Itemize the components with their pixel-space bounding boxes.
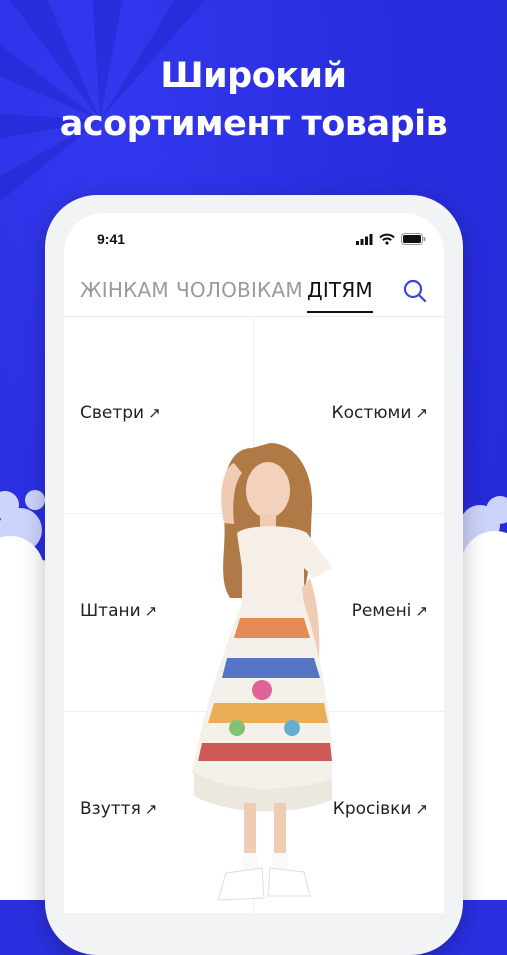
arrow-up-right-icon: ↗ xyxy=(415,800,428,818)
arrow-up-right-icon: ↗ xyxy=(144,800,158,818)
girl-model-photo xyxy=(192,443,333,901)
promo-headline: Широкий асортимент товарів xyxy=(0,52,507,148)
tab-kids[interactable]: ДІТЯМ xyxy=(307,278,373,313)
headline-line-1: Широкий xyxy=(160,56,347,96)
category-label: Штани xyxy=(80,601,141,621)
arrow-up-right-icon: ↗ xyxy=(148,404,161,422)
category-belts[interactable]: Ремені ↗ xyxy=(352,601,428,621)
category-pants[interactable]: Штани ↗ xyxy=(80,601,157,621)
battery-icon xyxy=(401,233,426,245)
category-label: Ремені xyxy=(351,601,412,621)
category-sweaters[interactable]: Светри ↗ xyxy=(80,403,161,423)
arrow-up-right-icon: ↗ xyxy=(415,404,428,422)
search-icon[interactable] xyxy=(402,278,428,304)
arrow-up-right-icon: ↗ xyxy=(144,602,158,620)
category-tabs: ЖІНКАМ ЧОЛОВІКАМ ДІТЯМ xyxy=(80,278,428,318)
category-suits[interactable]: Костюми ↗ xyxy=(332,403,428,423)
phone-screen: 9:41 ЖІНКАМ ЧОЛОВІКАМ ДІТЯМ Светри ↗ Кос… xyxy=(64,213,444,913)
tab-women[interactable]: ЖІНКАМ xyxy=(80,278,169,302)
status-time: 9:41 xyxy=(97,231,126,247)
headline-line-2: асортимент товарів xyxy=(59,104,448,144)
category-label: Взуття xyxy=(80,799,141,819)
status-icons xyxy=(356,233,426,245)
arrow-up-right-icon: ↗ xyxy=(415,602,428,620)
status-bar: 9:41 xyxy=(64,231,444,251)
category-label: Светри xyxy=(80,403,145,423)
wifi-icon xyxy=(379,233,395,245)
cellular-signal-icon xyxy=(356,233,373,245)
tab-men[interactable]: ЧОЛОВІКАМ xyxy=(176,278,303,302)
category-label: Костюми xyxy=(331,403,412,423)
category-shoes[interactable]: Взуття ↗ xyxy=(80,799,157,819)
